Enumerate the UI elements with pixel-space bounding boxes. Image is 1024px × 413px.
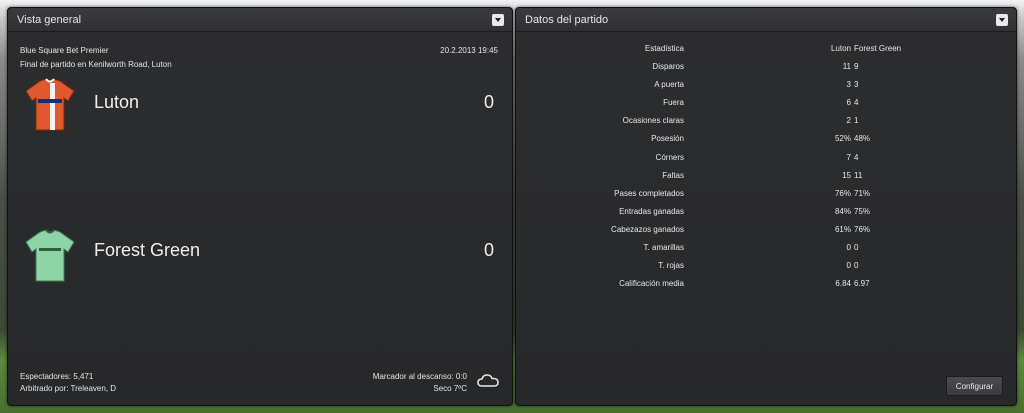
stat-label: Entradas ganadas (619, 206, 684, 216)
stat-label: Pases completados (614, 188, 684, 198)
competition-name: Blue Square Bet Premier (20, 46, 109, 55)
stat-label: A puerta (654, 80, 684, 90)
stats-row: Fuera 6 4 (516, 94, 1018, 112)
away-team-score: 0 (483, 240, 494, 260)
stat-away-value: 4 (854, 152, 859, 162)
stat-away-value: 11 (854, 170, 863, 180)
overview-panel: Vista general Blue Square Bet Premier 20… (7, 7, 513, 406)
luton-shirt-icon (25, 78, 75, 131)
stats-row: Pases completados 76% 71% (516, 185, 1018, 203)
stat-home-value: 76% (834, 188, 851, 198)
stat-label: Faltas (662, 170, 684, 180)
chevron-down-icon (495, 17, 501, 22)
stat-away-value: 9 (854, 62, 859, 71)
stat-home-value: 0 (846, 261, 851, 271)
stat-label: Fuera (663, 98, 684, 108)
stats-header-away: Forest Green (854, 44, 902, 53)
stats-row: Calificación media 6.84 6.97 (516, 275, 1018, 293)
chevron-down-icon (999, 17, 1005, 22)
stats-header-label: Estadística (644, 44, 684, 53)
home-team-score: 0 (483, 92, 494, 112)
stats-row: Disparos 11 9 (516, 58, 1018, 76)
stats-row: T. amarillas 0 0 (516, 239, 1018, 257)
stats-row: Faltas 15 11 (516, 167, 1018, 185)
stat-home-value: 15 (842, 170, 851, 180)
cloud-icon (477, 374, 499, 387)
stat-home-value: 6 (846, 98, 851, 108)
stats-row: Cabezazos ganados 61% 76% (516, 221, 1018, 239)
match-data-dropdown-button[interactable] (996, 13, 1008, 26)
stat-label: Ocasiones claras (622, 116, 684, 126)
stats-header-row: Estadística Luton Forest Green (516, 40, 1018, 58)
away-team-name: Forest Green (94, 240, 201, 260)
overview-dropdown-button[interactable] (492, 13, 504, 26)
match-data-panel: Datos del partido Estadística Luton Fore… (515, 7, 1017, 406)
stat-away-value: 71% (854, 188, 871, 198)
stat-home-value: 3 (846, 80, 851, 90)
match-datetime: 20.2.2013 19:45 (440, 46, 498, 55)
stat-label: Calificación media (619, 279, 684, 289)
stat-away-value: 1 (854, 116, 859, 126)
stat-away-value: 75% (854, 206, 871, 216)
stat-home-value: 6.84 (835, 279, 851, 289)
stats-row: T. rojas 0 0 (516, 257, 1018, 275)
overview-panel-header: Vista general (8, 8, 512, 32)
stat-away-value: 48% (854, 134, 871, 144)
stat-away-value: 6.97 (854, 279, 870, 289)
halftime-score-text: Marcador al descanso: 0:0 (372, 372, 467, 381)
stat-label: T. rojas (658, 261, 684, 271)
stat-away-value: 0 (854, 243, 859, 252)
stats-row: A puerta 3 3 (516, 76, 1018, 94)
match-data-panel-header: Datos del partido (516, 8, 1016, 32)
attendance-text: Espectadores: 5,471 (20, 372, 94, 381)
stat-home-value: 61% (834, 224, 851, 234)
referee-text: Arbitrado por: Treleaven, D (20, 384, 117, 393)
stat-home-value: 52% (834, 134, 851, 144)
stat-away-value: 0 (854, 261, 859, 271)
stat-label: Disparos (652, 62, 684, 71)
stat-away-value: 4 (854, 98, 859, 108)
stat-home-value: 7 (846, 152, 851, 162)
forest-green-shirt-icon (25, 229, 75, 282)
configure-button[interactable]: Configurar (946, 376, 1003, 396)
stat-label: Córners (655, 152, 684, 162)
stats-row: Córners 7 4 (516, 149, 1018, 167)
stats-row: Entradas ganadas 84% 75% (516, 203, 1018, 221)
stat-label: Posesión (651, 134, 684, 144)
stat-home-value: 11 (842, 62, 851, 71)
overview-panel-title: Vista general (17, 13, 82, 26)
stat-label: T. amarillas (643, 243, 684, 252)
stat-label: Cabezazos ganados (611, 224, 684, 234)
stats-header-home: Luton (830, 44, 851, 53)
home-team-name: Luton (94, 92, 140, 112)
stat-away-value: 3 (854, 80, 859, 90)
stat-away-value: 76% (854, 224, 871, 234)
stat-home-value: 0 (846, 243, 851, 252)
stats-row: Ocasiones claras 2 1 (516, 112, 1018, 130)
match-data-panel-title: Datos del partido (525, 13, 609, 26)
weather-text: Seco 7ºC (433, 384, 467, 393)
match-result-line: Final de partido en Kenilworth Road, Lut… (20, 60, 172, 69)
stat-home-value: 2 (846, 116, 851, 126)
stat-home-value: 84% (834, 206, 851, 216)
stats-row: Posesión 52% 48% (516, 130, 1018, 148)
